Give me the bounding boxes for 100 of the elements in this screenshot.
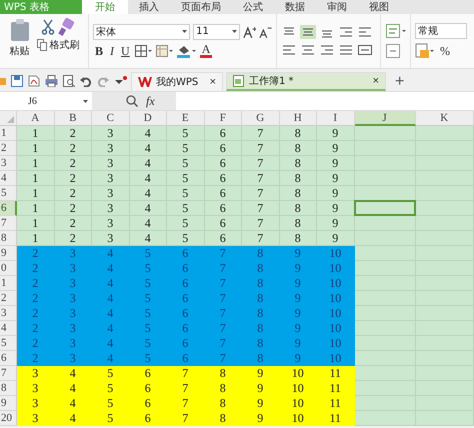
conditional-format-icon[interactable] [415, 43, 435, 59]
table-cell: 6 [204, 231, 242, 246]
ribbon-tab[interactable]: 审阅 [316, 0, 358, 14]
row-header[interactable]: 5 [0, 336, 17, 351]
paste-label[interactable]: 粘贴 [10, 44, 30, 58]
table-cell: 5 [92, 396, 130, 411]
table-cell: 7 [167, 366, 204, 381]
table-cell: 9 [280, 351, 317, 366]
clipboard-icon[interactable] [8, 18, 30, 42]
row-header[interactable]: 1 [0, 126, 17, 141]
table-cell: 10 [317, 351, 354, 366]
row-header[interactable]: 6 [0, 201, 17, 216]
column-header[interactable]: K [416, 111, 474, 126]
row-header[interactable]: 3 [0, 156, 17, 171]
copy-icon[interactable] [36, 39, 46, 51]
dropdown-pin-icon[interactable] [114, 75, 128, 87]
column-header[interactable]: E [167, 111, 204, 126]
shrink-font-icon[interactable] [259, 24, 272, 38]
row-header[interactable]: 9 [0, 246, 17, 261]
save-icon[interactable] [11, 75, 23, 87]
decrease-indent-icon[interactable] [338, 25, 354, 39]
merge-cells-icon[interactable] [385, 43, 401, 59]
table-cell: 7 [242, 231, 280, 246]
column-header[interactable]: I [317, 111, 354, 126]
font-name-dropdown[interactable]: 宋体 [93, 24, 190, 40]
increase-indent-icon[interactable] [357, 25, 373, 39]
align-left-icon[interactable] [281, 43, 297, 57]
brush-icon[interactable] [58, 18, 76, 36]
column-header[interactable]: D [130, 111, 167, 126]
row-header[interactable]: 9 [0, 396, 17, 411]
borders-icon[interactable] [134, 45, 153, 57]
row-header[interactable]: 0 [0, 261, 17, 276]
column-header[interactable]: C [92, 111, 130, 126]
wps-logo-icon [138, 77, 152, 87]
row-header[interactable]: 1 [0, 276, 17, 291]
row-header[interactable]: 8 [0, 231, 17, 246]
format-painter-label[interactable]: 格式刷 [50, 38, 80, 52]
table-cell: 4 [130, 186, 167, 201]
bold-button[interactable]: B [93, 44, 106, 58]
row-header[interactable]: 6 [0, 351, 17, 366]
align-middle-icon[interactable] [300, 25, 316, 39]
justify-icon[interactable] [338, 43, 354, 57]
column-header[interactable]: A [17, 111, 54, 126]
distribute-icon[interactable] [357, 43, 373, 57]
document-tab[interactable]: 工作簿1 * × [226, 72, 386, 91]
percent-button[interactable]: % [438, 44, 452, 58]
ribbon-tab[interactable]: 数据 [274, 0, 316, 14]
row-header[interactable]: 7 [0, 366, 17, 381]
close-tab-button[interactable]: × [372, 75, 379, 87]
scissors-icon[interactable] [40, 19, 54, 35]
ribbon-tab[interactable]: 插入 [128, 0, 170, 14]
ribbon-tab[interactable]: 页面布局 [170, 0, 232, 14]
wrap-text-icon[interactable] [385, 23, 407, 39]
column-header[interactable]: G [242, 111, 280, 126]
row-header[interactable]: 2 [0, 291, 17, 306]
table-cell: 8 [280, 231, 317, 246]
row-header[interactable]: 4 [0, 321, 17, 336]
row-header[interactable]: 8 [0, 381, 17, 396]
table-cell: 6 [167, 291, 204, 306]
ribbon-tab[interactable]: 开始 [82, 0, 128, 14]
column-header[interactable]: B [54, 111, 92, 126]
pdf-icon[interactable] [28, 75, 40, 87]
underline-button[interactable]: U [119, 44, 132, 58]
name-box[interactable]: J6 [0, 92, 92, 110]
zoom-icon[interactable] [126, 95, 138, 107]
column-header[interactable]: J [354, 111, 416, 126]
ribbon-tab[interactable]: 公式 [232, 0, 274, 14]
row-header[interactable]: 3 [0, 306, 17, 321]
print-preview-icon[interactable] [63, 75, 75, 87]
row-header[interactable]: 5 [0, 186, 17, 201]
font-size-dropdown[interactable]: 11 [193, 24, 240, 40]
document-tab[interactable]: 我的WPS × [131, 72, 223, 91]
new-tab-button[interactable]: + [389, 73, 410, 91]
table-cell: 1 [17, 216, 54, 231]
cell-style-icon[interactable] [156, 45, 174, 57]
align-right-icon[interactable] [319, 43, 335, 57]
table-cell: 1 [17, 171, 54, 186]
table-cell: 3 [54, 291, 92, 306]
italic-button[interactable]: I [108, 44, 116, 58]
undo-icon[interactable] [80, 75, 92, 87]
column-header[interactable]: F [204, 111, 242, 126]
row-header[interactable]: 20 [0, 411, 17, 426]
row-header[interactable]: 2 [0, 141, 17, 156]
align-center-icon[interactable] [300, 43, 316, 57]
column-header[interactable]: H [280, 111, 317, 126]
insert-function-button[interactable]: fx [144, 94, 157, 108]
table-cell: 4 [92, 351, 130, 366]
row-header[interactable]: 4 [0, 171, 17, 186]
printer-icon[interactable] [45, 75, 58, 87]
fill-color-icon[interactable] [176, 44, 197, 58]
close-tab-button[interactable]: × [210, 76, 216, 88]
font-color-button[interactable]: A [200, 44, 212, 58]
table-cell: 8 [242, 336, 280, 351]
row-header[interactable]: 7 [0, 216, 17, 231]
number-format-dropdown[interactable]: 常规 [415, 23, 467, 39]
table-cell: 6 [167, 306, 204, 321]
table-cell: 3 [54, 336, 92, 351]
ribbon-tab[interactable]: 视图 [358, 0, 400, 14]
table-cell: 3 [92, 171, 130, 186]
grow-font-icon[interactable] [242, 24, 256, 38]
